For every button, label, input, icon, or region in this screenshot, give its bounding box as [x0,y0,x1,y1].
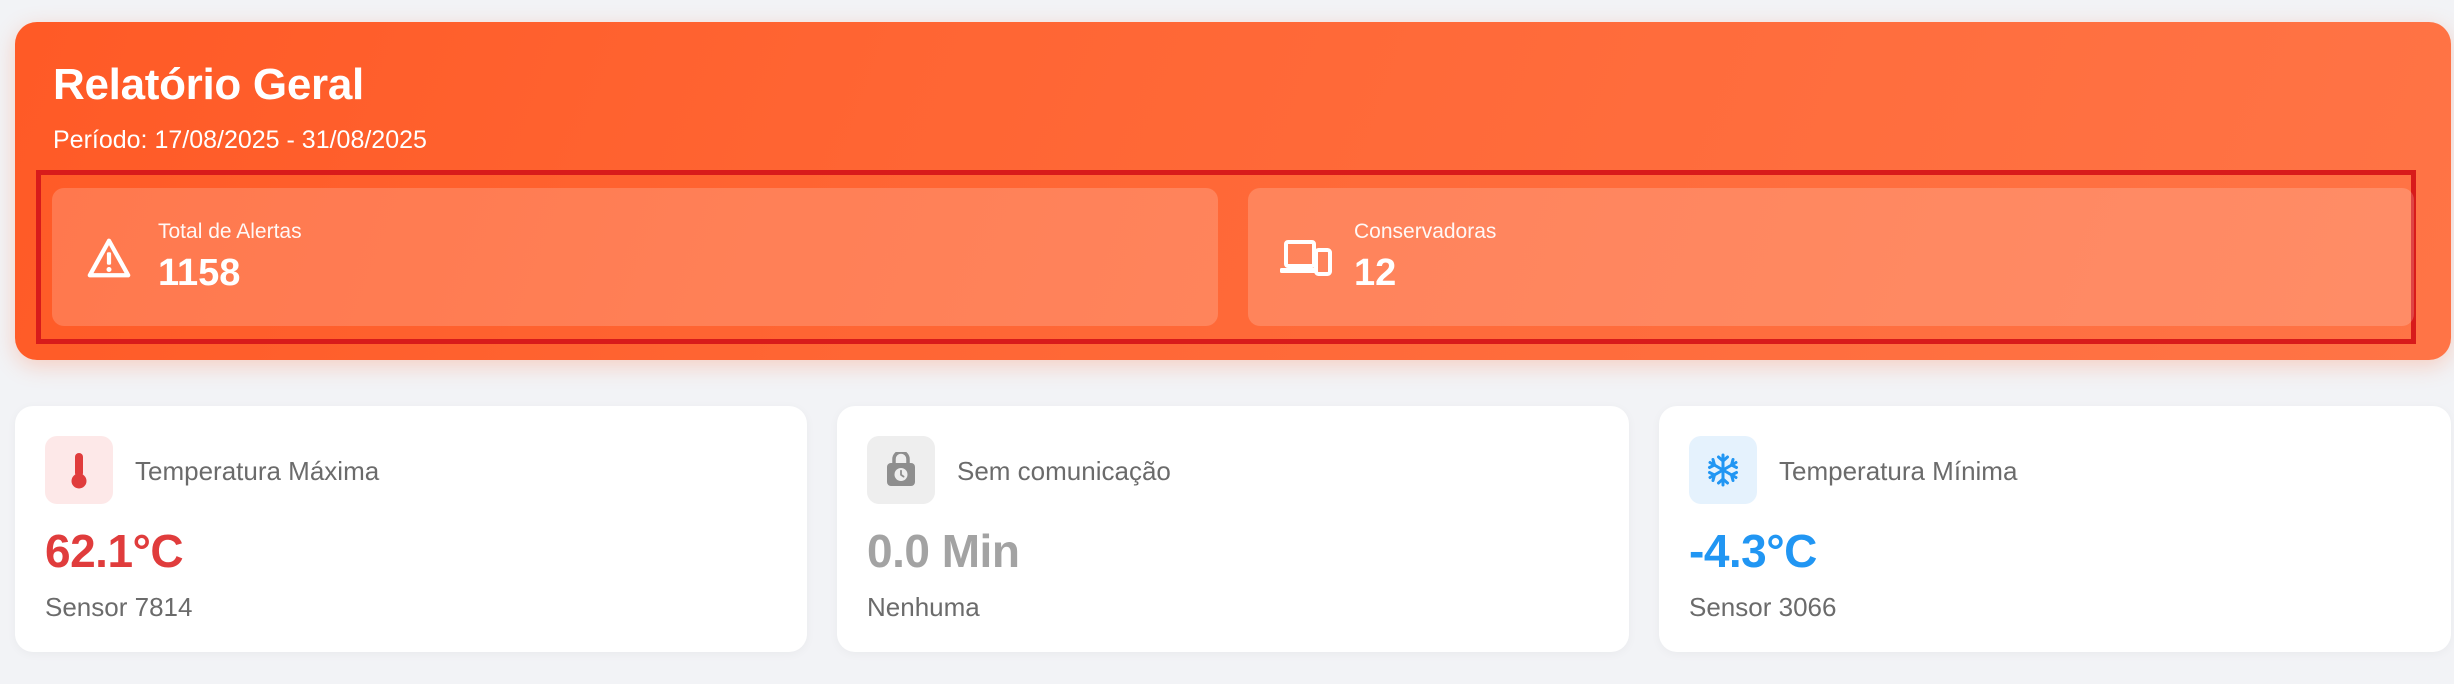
min-temperature-sensor: Sensor 3066 [1689,592,1837,622]
max-temperature-icon-box [45,436,113,504]
page-title: Relatório Geral [53,60,364,109]
conservadoras-value: 12 [1354,252,1397,294]
thermometer-icon [71,453,87,489]
devices-icon [1280,240,1332,276]
total-alerts-value: 1158 [158,252,241,294]
max-temperature-sensor: Sensor 7814 [45,592,193,622]
total-alerts-label: Total de Alertas [158,220,302,243]
padlock-clock-icon [887,452,915,486]
max-temperature-value: 62.1°C [45,525,184,577]
no-communication-icon-box [867,436,935,504]
report-header-card: Relatório Geral Período: 17/08/2025 - 31… [15,22,2451,360]
no-communication-value: 0.0 Min [867,525,1020,577]
min-temperature-label: Temperatura Mínima [1779,456,2018,486]
total-alerts-card[interactable]: Total de Alertas 1158 [52,188,1218,326]
max-temperature-card[interactable]: Temperatura Máxima 62.1°C Sensor 7814 [15,406,807,652]
warning-icon [87,238,131,278]
min-temperature-value: -4.3°C [1689,525,1817,577]
no-communication-card[interactable]: Sem comunicação 0.0 Min Nenhuma [837,406,1629,652]
conservadoras-card[interactable]: Conservadoras 12 [1248,188,2414,326]
max-temperature-label: Temperatura Máxima [135,456,380,486]
report-period: Período: 17/08/2025 - 31/08/2025 [53,126,427,154]
no-communication-detail: Nenhuma [867,592,980,622]
min-temperature-icon-box [1689,436,1757,504]
snowflake-icon [1708,453,1738,487]
conservadoras-label: Conservadoras [1354,220,1497,243]
min-temperature-card[interactable]: Temperatura Mínima -4.3°C Sensor 3066 [1659,406,2451,652]
no-communication-label: Sem comunicação [957,456,1171,486]
